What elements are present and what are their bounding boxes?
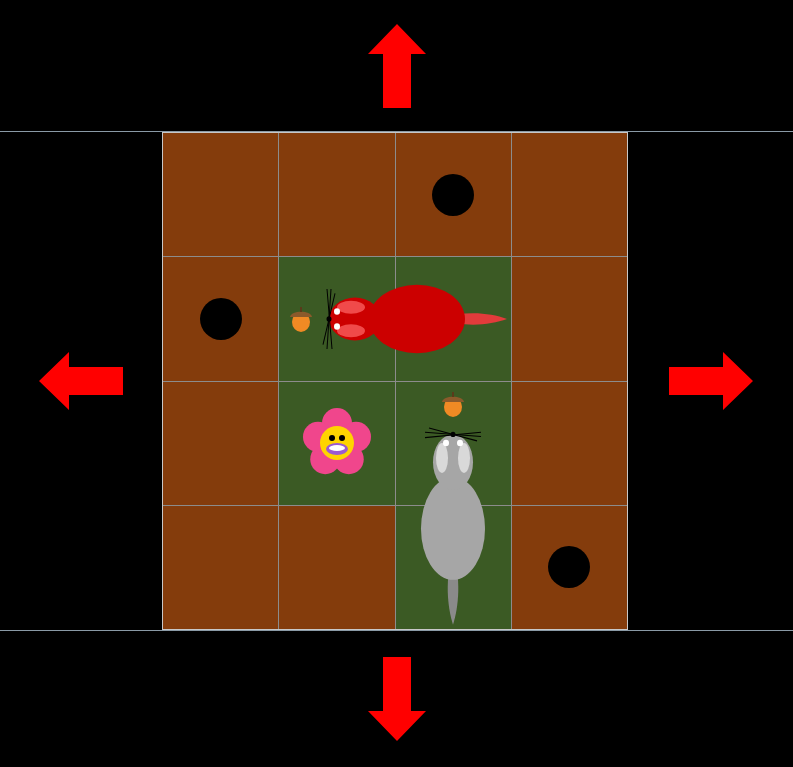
arrow-down-icon[interactable] — [368, 657, 426, 741]
top-zone[interactable] — [0, 0, 793, 132]
board-cell[interactable] — [163, 506, 278, 629]
middle-zone — [0, 132, 793, 630]
arrow-up-icon[interactable] — [368, 24, 426, 108]
flower-icon — [301, 407, 373, 479]
board-cell[interactable] — [512, 133, 627, 256]
board-cell[interactable] — [512, 382, 627, 505]
board-cell[interactable] — [512, 257, 627, 380]
acorn-icon[interactable] — [287, 305, 315, 333]
board-cell[interactable] — [163, 133, 278, 256]
grey-squirrel-icon[interactable] — [395, 381, 511, 629]
board-cell[interactable] — [163, 382, 278, 505]
board — [162, 132, 628, 630]
acorn-icon[interactable] — [439, 390, 467, 418]
right-zone[interactable] — [628, 132, 793, 630]
board-cell[interactable] — [163, 257, 278, 380]
hole — [432, 174, 474, 216]
game-screen — [0, 0, 793, 767]
board-cell[interactable] — [396, 133, 511, 256]
board-cell[interactable] — [279, 133, 394, 256]
hole — [200, 298, 242, 340]
left-zone[interactable] — [0, 132, 162, 630]
arrow-left-icon[interactable] — [39, 352, 123, 410]
board-cell[interactable] — [279, 382, 394, 505]
arrow-right-icon[interactable] — [669, 352, 753, 410]
bottom-zone[interactable] — [0, 630, 793, 767]
board-cell[interactable] — [279, 506, 394, 629]
red-squirrel-icon[interactable] — [279, 257, 511, 381]
board-cell[interactable] — [512, 506, 627, 629]
hole — [548, 546, 590, 588]
